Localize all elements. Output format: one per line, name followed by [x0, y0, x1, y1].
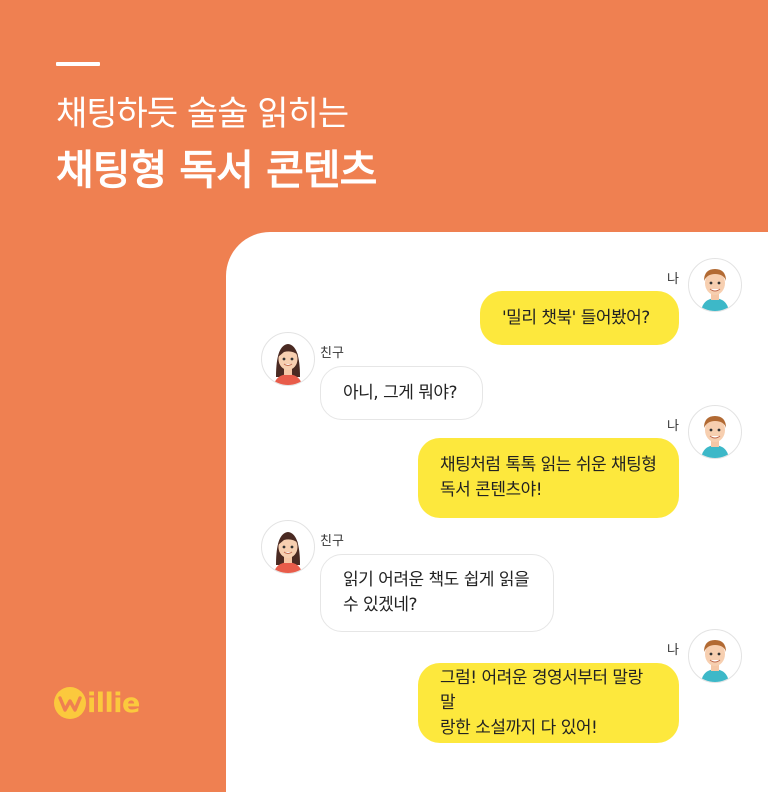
logo-text: illie	[87, 687, 140, 719]
page-subtitle: 채팅하듯 술술 읽히는	[56, 94, 349, 134]
my-message-bubble: 그럼! 어려운 경영서부터 말랑말 랑한 소설까지 다 있어!	[418, 663, 679, 743]
sender-name: 나	[667, 272, 679, 287]
sender-name: 나	[667, 419, 679, 434]
my-message-bubble: 채팅처럼 톡톡 읽는 쉬운 채팅형 독서 콘텐츠야!	[418, 438, 679, 518]
friend-message-bubble: 읽기 어려운 책도 쉽게 읽을 수 있겠네?	[320, 554, 554, 632]
willie-logo: illie	[54, 687, 140, 719]
sender-name: 친구	[320, 346, 344, 361]
boy-avatar-icon	[688, 258, 742, 312]
sender-name: 친구	[320, 534, 344, 549]
willie-logo-mark-icon	[54, 687, 86, 719]
boy-avatar-icon	[688, 629, 742, 683]
boy-avatar-icon	[688, 405, 742, 459]
girl-avatar-icon	[261, 332, 315, 386]
page-title: 채팅형 독서 콘텐츠	[56, 146, 377, 194]
header-accent-line	[56, 62, 100, 66]
my-message-bubble: '밀리 챗북' 들어봤어?	[480, 291, 679, 345]
girl-avatar-icon	[261, 520, 315, 574]
sender-name: 나	[667, 643, 679, 658]
friend-message-bubble: 아니, 그게 뭐야?	[320, 366, 483, 420]
